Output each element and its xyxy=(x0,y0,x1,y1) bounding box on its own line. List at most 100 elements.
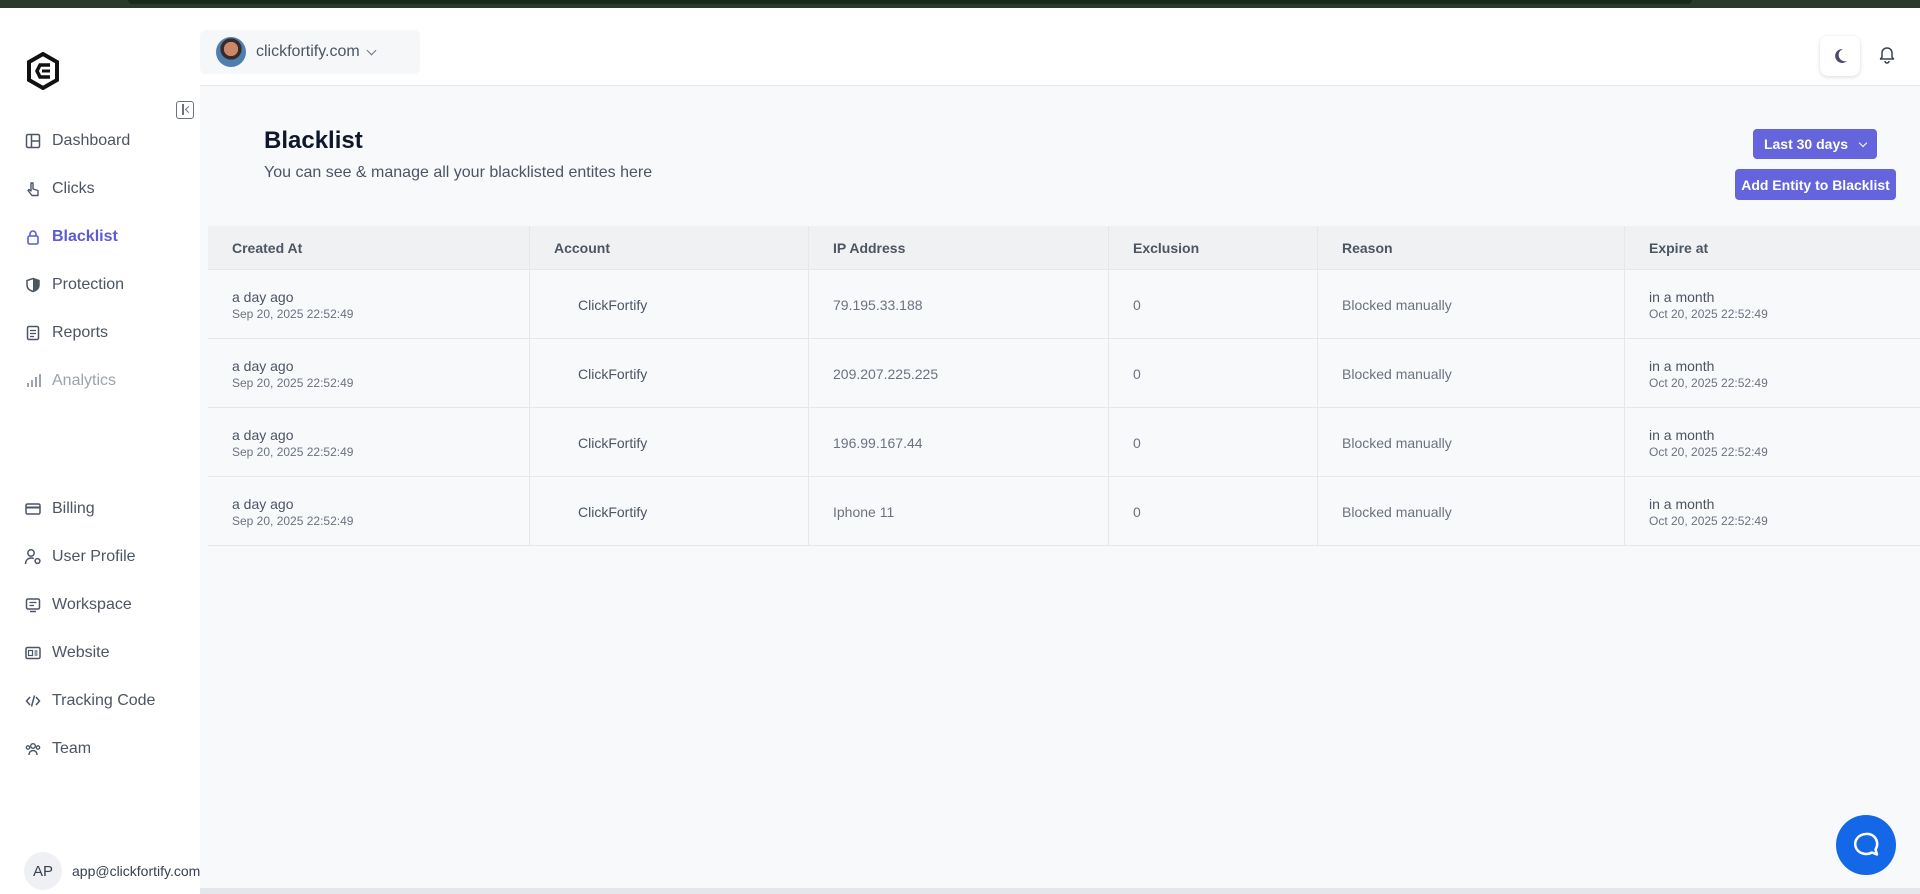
reason-cell: Blocked manually xyxy=(1318,339,1625,408)
site-selector[interactable]: clickfortify.com xyxy=(200,30,420,74)
sidebar-item-tracking-code[interactable]: Tracking Code xyxy=(24,687,155,715)
expire-timestamp: Oct 20, 2025 22:52:49 xyxy=(1649,444,1768,459)
chevron-down-icon xyxy=(1858,138,1868,147)
created-relative: a day ago xyxy=(232,357,294,374)
reason-cell: Blocked manually xyxy=(1318,270,1625,339)
column-header-ip-address[interactable]: IP Address xyxy=(809,226,1109,270)
user-profile-summary[interactable]: AP app@clickfortify.com xyxy=(24,852,200,890)
exclusion-cell: 0 xyxy=(1109,477,1318,546)
sidebar-item-protection[interactable]: Protection xyxy=(24,271,124,299)
created-cell: a day ago Sep 20, 2025 22:52:49 xyxy=(208,477,530,546)
ip-address-cell: Iphone 11 xyxy=(809,477,1109,546)
site-name: clickfortify.com xyxy=(256,43,360,60)
page-title: Blacklist xyxy=(264,127,363,154)
expire-timestamp: Oct 20, 2025 22:52:49 xyxy=(1649,513,1768,528)
horizontal-scrollbar[interactable] xyxy=(200,888,1920,894)
shield-icon xyxy=(24,276,42,294)
account-cell: ClickFortify xyxy=(530,270,809,339)
sidebar-item-label: Protection xyxy=(52,276,125,293)
sidebar-item-label: Team xyxy=(52,740,92,757)
date-range-button[interactable]: Last 30 days xyxy=(1753,129,1877,159)
sidebar-item-billing[interactable]: Billing xyxy=(24,495,95,523)
pointer-icon xyxy=(24,180,42,198)
notifications-button[interactable] xyxy=(1874,42,1900,68)
expire-relative: in a month xyxy=(1649,357,1715,374)
workspace-icon xyxy=(24,596,42,614)
column-header-exclusion[interactable]: Exclusion xyxy=(1109,226,1318,270)
sidebar-item-label: Billing xyxy=(52,500,95,517)
reason-cell: Blocked manually xyxy=(1318,408,1625,477)
created-relative: a day ago xyxy=(232,426,294,443)
user-settings-icon xyxy=(24,548,42,566)
add-entity-button[interactable]: Add Entity to Blacklist xyxy=(1735,169,1896,200)
column-header-created-at[interactable]: Created At xyxy=(208,226,530,270)
created-timestamp: Sep 20, 2025 22:52:49 xyxy=(232,306,354,321)
date-range-label: Last 30 days xyxy=(1763,136,1849,152)
column-header-reason[interactable]: Reason xyxy=(1318,226,1625,270)
sidebar-item-label: Reports xyxy=(52,324,109,341)
clickfortify-logo[interactable] xyxy=(26,52,60,90)
chat-icon xyxy=(1853,832,1879,856)
site-avatar xyxy=(216,37,246,67)
chat-widget-button[interactable] xyxy=(1836,815,1896,875)
sidebar-item-user-profile[interactable]: User Profile xyxy=(24,543,136,571)
table-row[interactable]: a day ago Sep 20, 2025 22:52:49 ClickFort… xyxy=(208,339,1920,408)
sidebar-item-label: Blacklist xyxy=(52,228,118,245)
website-icon xyxy=(24,644,42,662)
sidebar-item-reports[interactable]: Reports xyxy=(24,319,108,347)
sidebar-item-workspace[interactable]: Workspace xyxy=(24,591,132,619)
created-relative: a day ago xyxy=(232,288,294,305)
sidebar-item-blacklist[interactable]: Blacklist xyxy=(24,223,118,251)
profile-email: app@clickfortify.com xyxy=(72,863,201,879)
ip-address-cell: 209.207.225.225 xyxy=(809,339,1109,408)
account-cell: ClickFortify xyxy=(530,408,809,477)
top-header: clickfortify.com xyxy=(200,10,1920,86)
sidebar: Dashboard Clicks Blacklist Protection Re… xyxy=(0,10,200,894)
sidebar-item-label: User Profile xyxy=(52,548,136,565)
sidebar-item-analytics[interactable]: Analytics xyxy=(24,367,116,395)
ip-address-cell: 196.99.167.44 xyxy=(809,408,1109,477)
bar-chart-icon xyxy=(24,372,42,390)
sidebar-item-label: Workspace xyxy=(52,596,132,613)
exclusion-cell: 0 xyxy=(1109,339,1318,408)
table-row[interactable]: a day ago Sep 20, 2025 22:52:49 ClickFort… xyxy=(208,270,1920,339)
sidebar-item-label: Website xyxy=(52,644,110,661)
created-timestamp: Sep 20, 2025 22:52:49 xyxy=(232,444,354,459)
sidebar-item-dashboard[interactable]: Dashboard xyxy=(24,127,130,155)
exclusion-cell: 0 xyxy=(1109,408,1318,477)
column-header-account[interactable]: Account xyxy=(530,226,809,270)
blacklist-table: Created At Account IP Address Exclusion … xyxy=(208,226,1920,546)
created-timestamp: Sep 20, 2025 22:52:49 xyxy=(232,375,354,390)
table-row[interactable]: a day ago Sep 20, 2025 22:52:49 ClickFort… xyxy=(208,477,1920,546)
expire-relative: in a month xyxy=(1649,426,1715,443)
team-icon xyxy=(24,740,42,758)
credit-card-icon xyxy=(24,500,42,518)
account-cell: ClickFortify xyxy=(530,339,809,408)
sidebar-item-label: Dashboard xyxy=(52,132,131,149)
column-header-expire-at[interactable]: Expire at xyxy=(1625,226,1920,270)
bell-icon xyxy=(1879,47,1895,64)
lock-icon xyxy=(24,228,42,246)
sidebar-item-label: Clicks xyxy=(52,180,95,197)
sidebar-item-team[interactable]: Team xyxy=(24,735,91,763)
table-row[interactable]: a day ago Sep 20, 2025 22:52:49 ClickFort… xyxy=(208,408,1920,477)
collapse-sidebar-icon[interactable] xyxy=(176,101,194,119)
document-icon xyxy=(24,324,42,342)
sidebar-item-clicks[interactable]: Clicks xyxy=(24,175,95,203)
created-cell: a day ago Sep 20, 2025 22:52:49 xyxy=(208,408,530,477)
expire-relative: in a month xyxy=(1649,495,1715,512)
moon-icon xyxy=(1835,48,1847,63)
expire-cell: in a month Oct 20, 2025 22:52:49 xyxy=(1625,477,1920,546)
sidebar-item-website[interactable]: Website xyxy=(24,639,110,667)
table-header: Created At Account IP Address Exclusion … xyxy=(208,226,1920,270)
expire-relative: in a month xyxy=(1649,288,1715,305)
sidebar-item-label: Analytics xyxy=(52,372,117,389)
expire-timestamp: Oct 20, 2025 22:52:49 xyxy=(1649,375,1768,390)
ip-address-cell: 79.195.33.188 xyxy=(809,270,1109,339)
created-cell: a day ago Sep 20, 2025 22:52:49 xyxy=(208,339,530,408)
created-cell: a day ago Sep 20, 2025 22:52:49 xyxy=(208,270,530,339)
reason-cell: Blocked manually xyxy=(1318,477,1625,546)
expire-timestamp: Oct 20, 2025 22:52:49 xyxy=(1649,306,1768,321)
expire-cell: in a month Oct 20, 2025 22:52:49 xyxy=(1625,339,1920,408)
dark-mode-toggle[interactable] xyxy=(1820,36,1860,76)
